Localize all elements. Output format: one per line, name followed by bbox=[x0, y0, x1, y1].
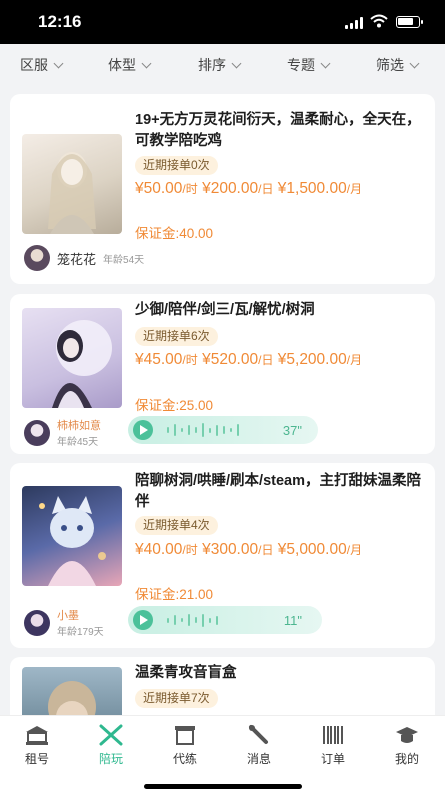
voice-duration: 37" bbox=[282, 422, 302, 438]
owner-age: 年龄179天 bbox=[57, 627, 104, 638]
crossed-swords-icon bbox=[99, 724, 123, 746]
tab-boosting[interactable]: 代练 bbox=[155, 724, 215, 767]
filter-screen[interactable]: 筛选 bbox=[376, 55, 420, 75]
chevron-down-icon bbox=[141, 58, 152, 68]
price-list: ¥50.00/时 ¥200.00/日 ¥1,500.00/月 bbox=[135, 180, 363, 197]
owner-info[interactable]: 柿柿如意 年龄45天 bbox=[24, 417, 101, 448]
deposit: 保证金:40.00 bbox=[135, 226, 214, 241]
voice-duration: 11" bbox=[283, 612, 302, 628]
chevron-down-icon bbox=[320, 58, 331, 68]
status-bar: 12:16 bbox=[0, 0, 445, 44]
tab-messages[interactable]: 消息 bbox=[229, 724, 289, 767]
filter-server[interactable]: 区服 bbox=[20, 55, 64, 75]
listing-image bbox=[22, 134, 122, 234]
price-list: ¥40.00/时 ¥300.00/日 ¥5,000.00/月 bbox=[135, 541, 363, 558]
chevron-down-icon bbox=[409, 58, 420, 68]
voice-player[interactable]: 37" bbox=[128, 416, 318, 444]
filter-bar: 区服 体型 排序 专题 筛选 bbox=[0, 44, 445, 84]
avatar bbox=[24, 245, 50, 271]
listing-card[interactable]: 19+无方万灵花间衍天，温柔耐心，全天在，可教学陪吃鸡 近期接单0次 ¥50.0… bbox=[10, 94, 435, 284]
status-time: 12:16 bbox=[38, 12, 82, 31]
play-icon[interactable] bbox=[133, 420, 153, 440]
play-icon[interactable] bbox=[133, 610, 153, 630]
owner-age: 年龄45天 bbox=[57, 437, 99, 448]
tab-profile[interactable]: 我的 bbox=[377, 724, 437, 767]
tab-companion[interactable]: 陪玩 bbox=[81, 724, 141, 767]
order-count-badge: 近期接单7次 bbox=[135, 689, 218, 708]
barcode-icon bbox=[323, 726, 343, 744]
deposit: 保证金:25.00 bbox=[135, 398, 214, 413]
listing-card[interactable]: 陪聊树洞/哄睡/刷本/steam，主打甜妹温柔陪伴 近期接单4次 ¥40.00/… bbox=[10, 463, 435, 648]
chevron-down-icon bbox=[231, 58, 242, 68]
listing-image bbox=[22, 308, 122, 408]
chevron-down-icon bbox=[53, 58, 64, 68]
cellular-signal-icon bbox=[345, 17, 363, 29]
listing-title: 温柔青攻音盲盒 bbox=[135, 665, 237, 681]
waveform-icon bbox=[167, 422, 239, 438]
tab-orders[interactable]: 订单 bbox=[303, 724, 363, 767]
wifi-icon bbox=[370, 14, 388, 28]
filter-topic[interactable]: 专题 bbox=[287, 55, 331, 75]
voice-player[interactable]: 11" bbox=[128, 606, 322, 634]
order-count-badge: 近期接单0次 bbox=[135, 156, 218, 175]
battery-icon bbox=[396, 16, 423, 28]
filter-body-type[interactable]: 体型 bbox=[108, 55, 152, 75]
home-indicator bbox=[144, 784, 302, 789]
waveform-icon bbox=[167, 612, 218, 628]
listing-card[interactable]: 少御/陪伴/剑三/瓦/解忧/树洞 近期接单6次 ¥45.00/时 ¥520.00… bbox=[10, 294, 435, 454]
owner-info[interactable]: 小墨 年龄179天 bbox=[24, 607, 104, 638]
price-list: ¥45.00/时 ¥520.00/日 ¥5,200.00/月 bbox=[135, 351, 363, 368]
owner-info[interactable]: 笼花花 年龄54天 bbox=[24, 245, 144, 271]
owner-name: 柿柿如意 bbox=[57, 420, 101, 432]
filter-sort[interactable]: 排序 bbox=[198, 55, 242, 75]
listing-title: 陪聊树洞/哄睡/刷本/steam，主打甜妹温柔陪伴 bbox=[135, 473, 421, 510]
owner-name: 小墨 bbox=[57, 610, 79, 622]
banner-icon bbox=[175, 726, 195, 745]
avatar bbox=[24, 419, 50, 446]
building-icon bbox=[26, 726, 48, 745]
listing-title: 少御/陪伴/剑三/瓦/解忧/树洞 bbox=[135, 302, 315, 318]
order-count-badge: 近期接单4次 bbox=[135, 516, 218, 535]
listing-image bbox=[22, 486, 122, 586]
order-count-badge: 近期接单6次 bbox=[135, 327, 218, 346]
listing-title: 19+无方万灵花间衍天，温柔耐心，全天在，可教学陪吃鸡 bbox=[135, 112, 421, 149]
owner-age: 年龄54天 bbox=[103, 254, 145, 266]
bottom-tab-bar: 租号 陪玩 代练 消息 订单 我的 bbox=[0, 715, 445, 795]
graduation-cap-icon bbox=[396, 727, 418, 743]
tab-rent-account[interactable]: 租号 bbox=[7, 724, 67, 767]
owner-name: 笼花花 bbox=[57, 251, 97, 267]
avatar bbox=[24, 609, 50, 636]
brush-icon bbox=[249, 725, 268, 744]
deposit: 保证金:21.00 bbox=[135, 587, 214, 602]
